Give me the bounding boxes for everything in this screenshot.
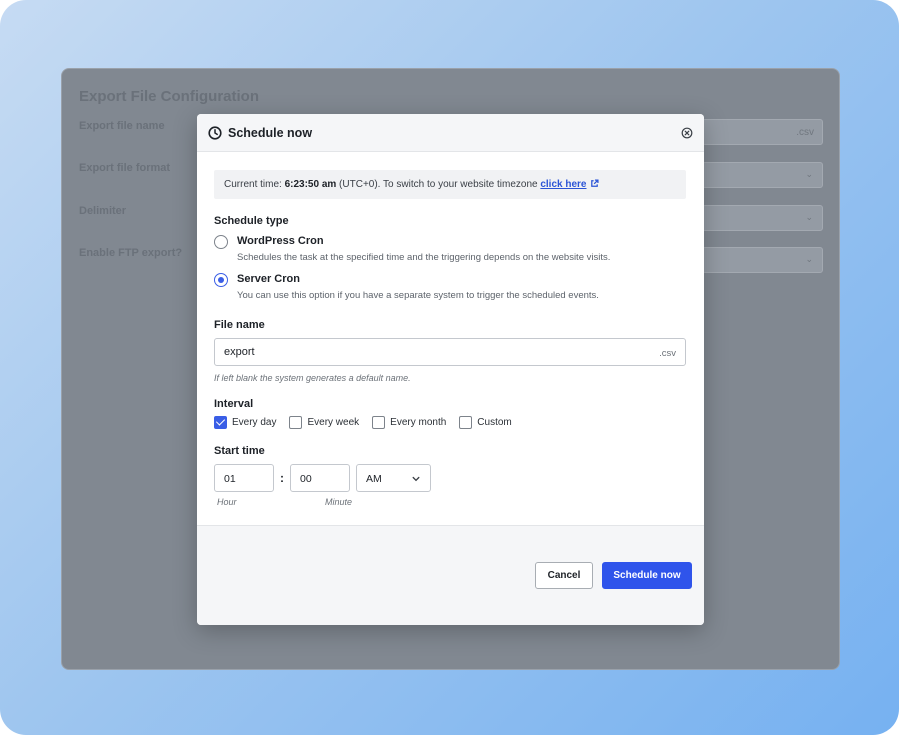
every-day-checkbox[interactable]	[214, 416, 227, 429]
bg-select-file-format: ⌄	[702, 162, 823, 188]
start-time-title: Start time	[214, 445, 265, 457]
bg-select-ftp: ⌄	[702, 247, 823, 273]
wordpress-cron-label: WordPress Cron	[237, 235, 324, 247]
schedule-type-title: Schedule type	[214, 215, 289, 227]
every-month-checkbox[interactable]	[372, 416, 386, 429]
bg-csv-suffix: .csv	[796, 127, 814, 138]
custom-checkbox[interactable]	[459, 416, 473, 429]
bg-label-delimiter: Delimiter	[79, 205, 127, 217]
minute-value: 00	[300, 473, 312, 485]
bg-label-ftp: Enable FTP export?	[79, 247, 183, 259]
clock-icon	[208, 126, 222, 140]
bg-field-file-name: .csv	[702, 119, 823, 145]
bg-label-file-format: Export file format	[79, 162, 171, 174]
file-name-input[interactable]	[224, 346, 624, 358]
current-time-bar: Current time: 6:23:50 am (UTC+0). To swi…	[214, 170, 686, 199]
radio-option-wordpress-cron[interactable]: WordPress Cron Schedules the task at the…	[214, 235, 686, 263]
hour-label: Hour	[217, 497, 237, 507]
modal-title: Schedule now	[228, 126, 313, 140]
csv-suffix: .csv	[659, 348, 676, 359]
hour-input[interactable]: 01	[214, 464, 274, 492]
minute-input[interactable]: 00	[290, 464, 350, 492]
chevron-down-icon	[412, 476, 420, 482]
interval-options: Every day Every week Every month Custom	[214, 416, 686, 429]
radio-option-server-cron[interactable]: Server Cron You can use this option if y…	[214, 273, 686, 301]
file-name-field[interactable]: .csv	[214, 338, 686, 366]
every-week-label: Every week	[307, 417, 360, 428]
schedule-modal: Schedule now Current time: 6:23:50 am (U…	[197, 114, 704, 625]
time-colon: :	[280, 471, 284, 485]
bg-page-title: Export File Configuration	[79, 88, 259, 105]
interval-every-week[interactable]: Every week	[289, 416, 359, 429]
external-link-icon[interactable]	[590, 179, 599, 188]
time-sublabels: Hour Minute	[214, 492, 686, 507]
interval-custom[interactable]: Custom	[459, 416, 512, 429]
bg-label-file-name: Export file name	[79, 120, 165, 132]
bg-select-delimiter: ⌄	[702, 205, 823, 231]
file-name-hint: If left blank the system generates a def…	[214, 373, 411, 383]
interval-every-month[interactable]: Every month	[372, 416, 446, 429]
modal-body: Current time: 6:23:50 am (UTC+0). To swi…	[214, 170, 686, 507]
every-month-label: Every month	[390, 417, 447, 428]
wordpress-cron-radio[interactable]	[214, 235, 228, 249]
cancel-button[interactable]: Cancel	[535, 562, 593, 589]
every-week-checkbox[interactable]	[289, 416, 303, 429]
custom-label: Custom	[477, 417, 512, 428]
meridiem-select[interactable]: AM	[356, 464, 431, 492]
current-time-middle: (UTC+0). To switch to your website timez…	[336, 179, 541, 190]
server-cron-desc: You can use this option if you have a se…	[237, 290, 599, 301]
chevron-down-icon: ⌄	[805, 212, 813, 222]
chevron-down-icon: ⌄	[805, 254, 813, 264]
minute-label: Minute	[325, 497, 353, 507]
interval-title: Interval	[214, 398, 254, 410]
server-cron-radio[interactable]	[214, 273, 228, 287]
gradient-frame: Export File Configuration Export file na…	[0, 0, 899, 735]
chevron-down-icon: ⌄	[805, 169, 813, 179]
hour-value: 01	[224, 473, 236, 485]
close-icon[interactable]	[681, 127, 693, 139]
every-day-label: Every day	[232, 417, 277, 428]
schedule-now-button[interactable]: Schedule now	[602, 562, 692, 589]
interval-every-day[interactable]: Every day	[214, 416, 276, 429]
wordpress-cron-desc: Schedules the task at the specified time…	[237, 252, 611, 263]
current-time-prefix: Current time:	[224, 179, 285, 190]
timezone-link[interactable]: click here	[540, 179, 586, 190]
start-time-row: 01 : 00 AM	[214, 464, 686, 492]
modal-footer: Cancel Schedule now	[197, 525, 704, 625]
server-cron-label: Server Cron	[237, 273, 300, 285]
file-name-title: File name	[214, 319, 265, 331]
current-time-value: 6:23:50 am	[284, 179, 337, 190]
meridiem-value: AM	[366, 473, 382, 485]
modal-header: Schedule now	[197, 114, 704, 152]
